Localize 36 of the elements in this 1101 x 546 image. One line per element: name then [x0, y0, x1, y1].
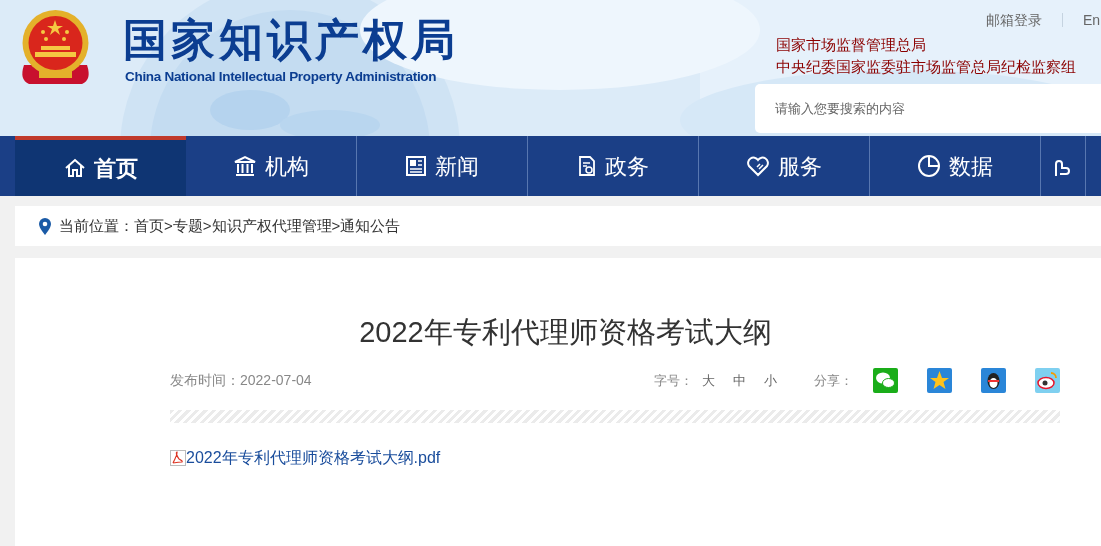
font-size-option[interactable]: 小	[764, 370, 777, 391]
agency-link[interactable]: 国家市场监督管理总局	[776, 34, 1076, 56]
breadcrumb-separator: >	[164, 215, 173, 236]
publish-date-label: 发布时间：	[170, 371, 240, 390]
breadcrumb-label: 当前位置：	[59, 215, 134, 236]
breadcrumb-link[interactable]: 知识产权代理管理	[211, 214, 332, 238]
heart-icon	[746, 155, 770, 177]
site-subtitle: China National Intellectual Property Administration	[125, 68, 437, 86]
breadcrumb-link[interactable]: 通知公告	[340, 214, 401, 238]
breadcrumb-separator: >	[331, 215, 341, 236]
agency-link[interactable]: 中央纪委国家监委驻市场监管总局纪检监察组	[776, 56, 1076, 78]
nav-tab[interactable]: 首页	[15, 136, 186, 196]
building-icon	[233, 155, 257, 177]
font-size-option[interactable]: 大	[702, 370, 715, 391]
article-title: 2022年专利代理师资格考试大纲	[358, 315, 773, 350]
newspaper-icon	[405, 155, 427, 177]
top-link[interactable]: En	[1083, 11, 1101, 29]
search-field[interactable]: 请输入您要搜索的内容	[755, 84, 1101, 133]
home-icon	[63, 158, 86, 178]
document-icon	[577, 155, 597, 177]
emblem-icon	[19, 10, 92, 85]
breadcrumb-link[interactable]: 首页	[134, 214, 164, 238]
location-pin-icon	[39, 217, 51, 235]
font-size-label: 字号：	[654, 371, 693, 390]
chat-bubbles-icon[interactable]	[873, 368, 898, 393]
share-label: 分享：	[814, 371, 853, 390]
attachment-link[interactable]: 2022年专利代理师资格考试大纲.pdf	[186, 448, 441, 468]
top-link[interactable]: 邮箱登录	[986, 11, 1042, 29]
font-size-option[interactable]: 中	[733, 370, 746, 391]
breadcrumb-link[interactable]: 专题	[172, 214, 203, 238]
pie-chart-icon	[917, 154, 941, 178]
site-title: 国家知识产权局	[123, 14, 459, 66]
breadcrumb-separator: >	[202, 215, 212, 236]
penguin-icon[interactable]	[981, 368, 1006, 393]
publish-date: 2022-07-04	[240, 371, 312, 390]
pdf-file-icon	[170, 450, 186, 466]
